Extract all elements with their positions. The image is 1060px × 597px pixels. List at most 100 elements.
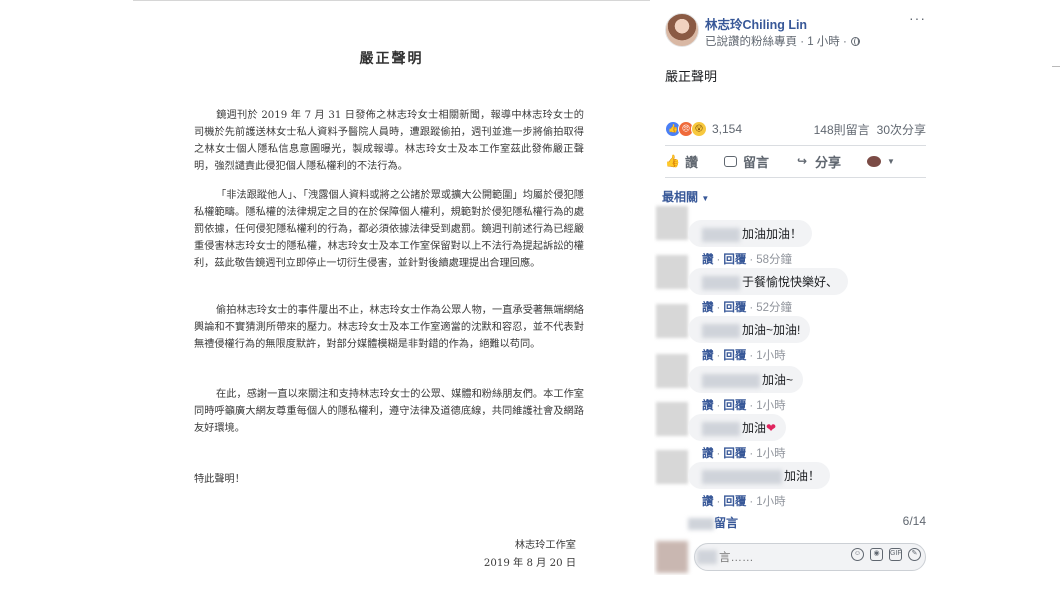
shares-count[interactable]: 30次分享 (877, 123, 926, 137)
author-name[interactable]: 林志玲Chiling Lin (705, 14, 807, 33)
wow-reaction-icon: 😮 (691, 121, 707, 137)
comment-reply-link[interactable]: 回覆 (723, 496, 746, 508)
statement-paragraph-4: 在此，感謝一直以來關注和支持林志玲女士的公眾、媒體和粉絲朋友們。本工作室同時呼籲… (194, 389, 584, 434)
commenter-avatar[interactable] (656, 304, 688, 338)
statement-signature-block: 林志玲工作室 2019 年 8 月 20 日 (484, 537, 576, 573)
comment-reply-link[interactable]: 回覆 (723, 302, 746, 314)
reaction-count: 3,154 (712, 122, 743, 136)
comment-time[interactable]: 1小時 (756, 400, 785, 412)
reactions-summary[interactable]: 👍 😠 😮 3,154 (665, 121, 742, 137)
commenter-avatar[interactable] (656, 450, 688, 484)
comment-text: 加油！ (784, 469, 821, 483)
comment-text: 加油~加油! (742, 323, 801, 337)
divider-bottom (665, 177, 926, 178)
comment-text: 加油 (742, 421, 767, 435)
like-label: 讚 (685, 154, 699, 170)
comment-bubble: 加油~ (688, 366, 804, 393)
comment-label: 留言 (743, 154, 770, 170)
statement-signature: 林志玲工作室 (514, 540, 576, 551)
comment-reply-link[interactable]: 回覆 (723, 448, 746, 460)
statement-document: 嚴正聲明 鏡週刊於 2019 年 7 月 31 日發佈之林志玲女士相關新聞，報導… (133, 0, 650, 597)
more-options-icon[interactable]: ··· (909, 10, 926, 26)
comment-input[interactable] (717, 548, 821, 568)
author-avatar[interactable] (665, 13, 699, 47)
scroll-indicator (1052, 66, 1060, 67)
comment-composer: ☺ ◉ GIF ✎ (694, 543, 926, 571)
comment-time[interactable]: 52分鐘 (756, 302, 792, 314)
statement-paragraph-2: 「非法跟蹤他人」、「洩露個人資料或將之公諸於眾或擴大公開範圍」均屬於侵犯隱私權範… (194, 190, 584, 269)
view-more-comments-link[interactable]: 留言 (688, 514, 738, 531)
blurred-text (697, 550, 717, 564)
blurred-name (702, 373, 760, 388)
more-comments-label: 留言 (714, 516, 739, 530)
comment-like-link[interactable]: 讚 (702, 302, 714, 314)
comment-like-link[interactable]: 讚 (702, 350, 714, 362)
blurred-name (702, 323, 740, 338)
comment-like-link[interactable]: 讚 (702, 448, 714, 460)
camera-icon[interactable]: ◉ (870, 548, 883, 561)
blurred-name (702, 275, 740, 290)
statement-date: 2019 年 8 月 20 日 (483, 558, 576, 569)
statement-closing: 特此聲明！ (194, 474, 245, 485)
comment-button[interactable]: 留言 (724, 152, 769, 171)
comment-reply-link[interactable]: 回覆 (723, 254, 746, 266)
comment-like-link[interactable]: 讚 (702, 254, 714, 266)
sticker-icon[interactable]: ✎ (908, 548, 921, 561)
sort-chevron-icon: ▼ (701, 194, 710, 203)
comment-bubble: 加油加油！ (688, 220, 813, 247)
comment-time[interactable]: 1小時 (756, 448, 785, 460)
commenter-avatar[interactable] (656, 206, 688, 240)
comment-reply-link[interactable]: 回覆 (723, 350, 746, 362)
comment-actions: 讚 · 回覆 · 52分鐘 (702, 302, 792, 314)
share-label: 分享 (815, 154, 842, 170)
viewer-selector[interactable]: ▼ (867, 155, 895, 167)
like-button[interactable]: 👍 讚 (665, 152, 698, 171)
comment-item: 加油！ 讚 · 回覆 · 1小時 (688, 462, 831, 509)
emoji-icon[interactable]: ☺ (851, 548, 864, 561)
comment-actions: 讚 · 回覆 · 1小時 (702, 400, 786, 412)
commenter-avatar[interactable] (656, 402, 688, 436)
share-button[interactable]: ↪ 分享 (795, 152, 841, 171)
comment-actions: 讚 · 回覆 · 58分鐘 (702, 254, 792, 266)
comment-bubble: 加油❤ (688, 414, 787, 441)
comments-count[interactable]: 148則留言 (814, 123, 870, 137)
comment-text: 于餐愉悅快樂好、 (742, 275, 839, 289)
comment-item: 加油加油！ 讚 · 回覆 · 58分鐘 (688, 220, 813, 267)
blurred-name (702, 227, 740, 242)
viewer-avatar (867, 155, 882, 167)
comment-actions: 讚 · 回覆 · 1小時 (702, 448, 786, 460)
commenter-avatar[interactable] (656, 354, 688, 388)
composer-avatar (656, 541, 688, 573)
comment-icon (724, 155, 738, 167)
facebook-post: 林志玲Chiling Lin 已說讚的粉絲專頁 · 1 小時 · ··· 嚴正聲… (654, 0, 926, 575)
sort-label: 最相關 (662, 190, 699, 204)
comment-bubble: 加油！ (688, 462, 831, 489)
comment-like-link[interactable]: 讚 (702, 496, 714, 508)
statement-title: 嚴正聲明 (359, 51, 424, 67)
comment-time[interactable]: 58分鐘 (756, 254, 792, 266)
comment-item: 加油~加油! 讚 · 回覆 · 1小時 (688, 316, 811, 363)
comment-item: 加油❤ 讚 · 回覆 · 1小時 (688, 414, 787, 461)
comment-item: 加油~ 讚 · 回覆 · 1小時 (688, 366, 804, 413)
post-stats: 148則留言 30次分享 (814, 121, 926, 138)
commenter-avatar[interactable] (656, 255, 688, 289)
comment-like-link[interactable]: 讚 (702, 400, 714, 412)
comment-bubble: 于餐愉悅快樂好、 (688, 268, 849, 295)
post-actions-bar: 👍 讚 留言 ↪ 分享 ▼ (665, 146, 926, 176)
post-meta: 已說讚的粉絲專頁 · 1 小時 · (705, 33, 860, 49)
like-icon: 👍 (665, 153, 680, 168)
comment-actions: 讚 · 回覆 · 1小時 (702, 496, 786, 508)
comment-time[interactable]: 1小時 (756, 496, 785, 508)
comment-text: 加油加油！ (742, 227, 803, 241)
chevron-down-icon: ▼ (887, 156, 895, 166)
comment-sort-selector[interactable]: 最相關 ▼ (662, 188, 709, 205)
comment-text: 加油~ (762, 373, 794, 387)
gif-icon[interactable]: GIF (889, 548, 902, 561)
comment-pager: 6/14 (902, 514, 926, 528)
comment-time[interactable]: 1小時 (756, 350, 785, 362)
comment-reply-link[interactable]: 回覆 (723, 400, 746, 412)
comment-actions: 讚 · 回覆 · 1小時 (702, 350, 786, 362)
share-icon: ↪ (797, 153, 808, 168)
blurred-text (688, 517, 714, 530)
statement-paragraph-1: 鏡週刊於 2019 年 7 月 31 日發佈之林志玲女士相關新聞，報導中林志玲女… (194, 110, 584, 172)
